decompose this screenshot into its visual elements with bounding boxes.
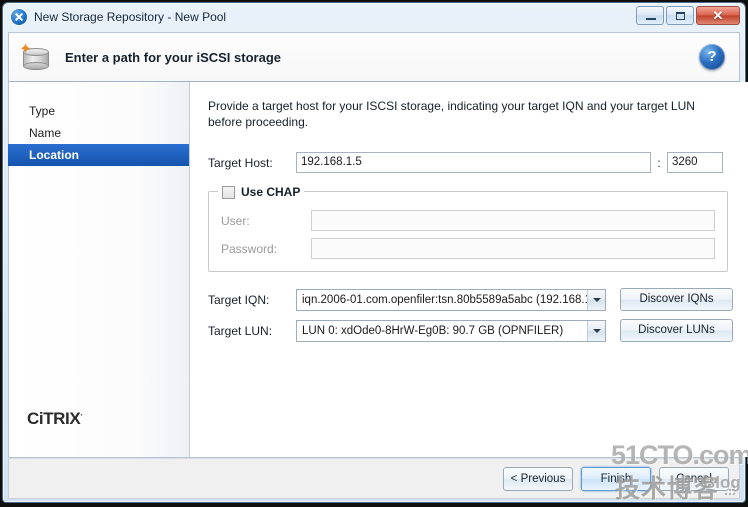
header-title: Enter a path for your iSCSI storage xyxy=(65,49,281,65)
target-lun-label: Target LUN: xyxy=(208,323,273,338)
target-iqn-value: iqn.2006-01.com.openfiler:tsn.80b5589a5a… xyxy=(302,293,587,306)
dialog-footer: < Previous Finish Cancel xyxy=(8,458,740,499)
wizard-content: Provide a target host for your ISCSI sto… xyxy=(190,82,748,457)
chap-password-row: Password: xyxy=(221,238,715,259)
target-host-row: Target Host: 192.168.1.5 : 3260 xyxy=(208,152,733,173)
target-lun-dropdown[interactable]: LUN 0: xdOde0-8HrW-Eg0B: 90.7 GB (OPNFIL… xyxy=(296,319,606,342)
resize-grip[interactable] xyxy=(724,484,736,496)
disk-bottom xyxy=(23,62,49,70)
xencenter-icon xyxy=(11,9,27,25)
maximize-button[interactable] xyxy=(666,6,694,25)
target-lun-row: Target LUN: LUN 0: xdOde0-8HrW-Eg0B: 90.… xyxy=(208,319,733,342)
window-controls: ✕ xyxy=(636,6,740,25)
discover-iqns-button[interactable]: Discover IQNs xyxy=(620,288,733,311)
instruction-text: Provide a target host for your ISCSI sto… xyxy=(208,99,695,129)
target-host-input[interactable]: 192.168.1.5 xyxy=(296,152,651,173)
use-chap-caption[interactable]: Use CHAP xyxy=(218,184,305,200)
chap-user-label: User: xyxy=(221,213,250,228)
target-iqn-dropdown[interactable]: iqn.2006-01.com.openfiler:tsn.80b5589a5a… xyxy=(296,288,606,311)
dialog-header: ✦ Enter a path for your iSCSI storage ? xyxy=(8,32,740,82)
target-iqn-label: Target IQN: xyxy=(208,292,270,307)
chevron-down-icon[interactable] xyxy=(587,289,605,310)
close-icon: ✕ xyxy=(712,8,724,23)
cancel-button[interactable]: Cancel xyxy=(659,467,729,491)
sidebar-item-name[interactable]: Name xyxy=(9,122,189,144)
window-title: New Storage Repository - New Pool xyxy=(34,10,227,24)
citrix-logo: CiTRIX· xyxy=(27,409,83,429)
help-button[interactable]: ? xyxy=(699,44,725,70)
target-host-label: Target Host: xyxy=(208,155,273,170)
minimize-icon xyxy=(646,18,656,20)
citrix-logo-text: CiTRIX xyxy=(27,409,81,428)
previous-button[interactable]: < Previous xyxy=(503,467,573,491)
footer-buttons: < Previous Finish Cancel xyxy=(503,467,729,491)
wizard-steps-sidebar: Type Name Location CiTRIX· xyxy=(8,82,190,457)
target-iqn-row: Target IQN: iqn.2006-01.com.openfiler:ts… xyxy=(208,288,733,311)
new-star-icon: ✦ xyxy=(20,41,31,56)
dialog-body: Type Name Location CiTRIX· Provide a tar… xyxy=(8,82,748,458)
chap-password-input[interactable] xyxy=(311,238,715,259)
sidebar-item-location[interactable]: Location xyxy=(8,144,189,166)
target-lun-value: LUN 0: xdOde0-8HrW-Eg0B: 90.7 GB (OPNFIL… xyxy=(302,324,564,337)
maximize-icon xyxy=(676,12,685,20)
finish-button[interactable]: Finish xyxy=(581,467,651,491)
chevron-down-icon[interactable] xyxy=(587,320,605,341)
dialog-window: New Storage Repository - New Pool ✕ ✦ En… xyxy=(2,2,748,503)
chap-password-label: Password: xyxy=(221,241,278,256)
host-port-separator: : xyxy=(657,155,661,170)
use-chap-label: Use CHAP xyxy=(241,185,301,199)
sidebar-item-type[interactable]: Type xyxy=(9,100,189,122)
close-button[interactable]: ✕ xyxy=(696,6,740,25)
discover-luns-button[interactable]: Discover LUNs xyxy=(620,319,733,342)
screenshot-root: New Storage Repository - New Pool ✕ ✦ En… xyxy=(0,0,748,507)
target-port-input[interactable]: 3260 xyxy=(667,152,723,173)
chap-group: Use CHAP User: Password: xyxy=(208,184,728,272)
citrix-logo-mark: · xyxy=(80,410,83,420)
minimize-button[interactable] xyxy=(636,6,664,25)
title-bar: New Storage Repository - New Pool ✕ xyxy=(3,3,745,31)
chap-user-input[interactable] xyxy=(311,210,715,231)
storage-disk-icon: ✦ xyxy=(19,40,53,74)
chap-user-row: User: xyxy=(221,210,715,231)
use-chap-checkbox[interactable] xyxy=(222,185,235,199)
